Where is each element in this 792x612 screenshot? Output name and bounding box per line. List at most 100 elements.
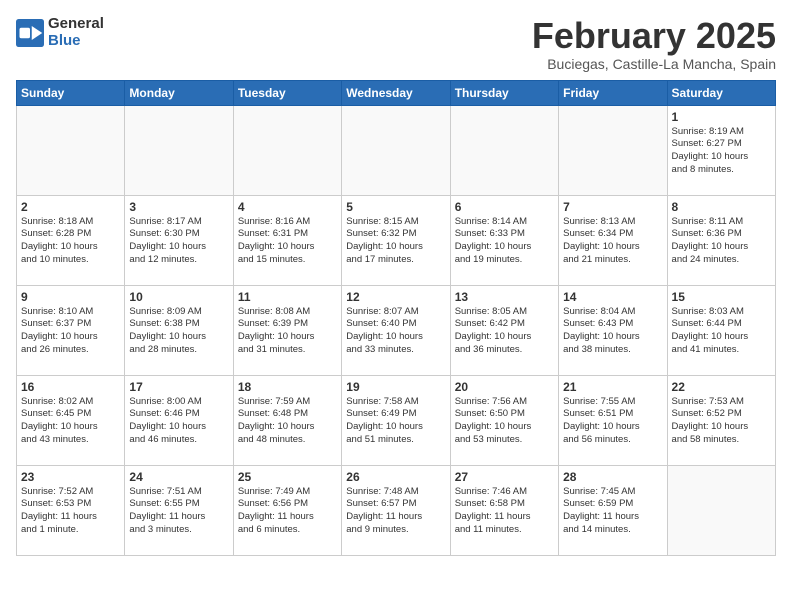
day-info: Sunrise: 8:07 AM Sunset: 6:40 PM Dayligh…: [346, 306, 445, 357]
day-number: 2: [21, 200, 120, 214]
calendar-cell: 15 Sunrise: 8:03 AM Sunset: 6:44 PM Dayli…: [667, 285, 775, 375]
day-info: Sunrise: 7:48 AM Sunset: 6:57 PM Dayligh…: [346, 486, 445, 537]
day-of-week-header: Wednesday: [342, 80, 450, 105]
day-number: 18: [238, 380, 337, 394]
day-number: 8: [672, 200, 771, 214]
day-number: 20: [455, 380, 554, 394]
day-number: 13: [455, 290, 554, 304]
day-info: Sunrise: 8:03 AM Sunset: 6:44 PM Dayligh…: [672, 306, 771, 357]
day-info: Sunrise: 7:51 AM Sunset: 6:55 PM Dayligh…: [129, 486, 228, 537]
day-info: Sunrise: 8:14 AM Sunset: 6:33 PM Dayligh…: [455, 216, 554, 267]
day-of-week-header: Sunday: [17, 80, 125, 105]
calendar-cell: [233, 105, 341, 195]
calendar-cell: 9 Sunrise: 8:10 AM Sunset: 6:37 PM Daylig…: [17, 285, 125, 375]
calendar-title: February 2025: [532, 16, 776, 56]
day-info: Sunrise: 7:46 AM Sunset: 6:58 PM Dayligh…: [455, 486, 554, 537]
day-number: 26: [346, 470, 445, 484]
calendar-week-row: 2 Sunrise: 8:18 AM Sunset: 6:28 PM Daylig…: [17, 195, 776, 285]
day-number: 23: [21, 470, 120, 484]
day-number: 5: [346, 200, 445, 214]
day-info: Sunrise: 8:16 AM Sunset: 6:31 PM Dayligh…: [238, 216, 337, 267]
calendar-cell: 26 Sunrise: 7:48 AM Sunset: 6:57 PM Dayli…: [342, 465, 450, 555]
calendar-cell: 4 Sunrise: 8:16 AM Sunset: 6:31 PM Daylig…: [233, 195, 341, 285]
day-info: Sunrise: 8:05 AM Sunset: 6:42 PM Dayligh…: [455, 306, 554, 357]
calendar-cell: [125, 105, 233, 195]
logo: General Blue: [16, 16, 104, 49]
calendar-cell: 25Sunrise: 7:49 AM Sunset: 6:56 PM Dayli…: [233, 465, 341, 555]
calendar-cell: 8 Sunrise: 8:11 AM Sunset: 6:36 PM Daylig…: [667, 195, 775, 285]
calendar-cell: 13 Sunrise: 8:05 AM Sunset: 6:42 PM Dayli…: [450, 285, 558, 375]
logo-icon: [16, 19, 44, 47]
day-info: Sunrise: 8:09 AM Sunset: 6:38 PM Dayligh…: [129, 306, 228, 357]
header: General Blue February 2025 Buciegas, Cas…: [16, 16, 776, 72]
calendar-cell: 21 Sunrise: 7:55 AM Sunset: 6:51 PM Dayli…: [559, 375, 667, 465]
calendar-cell: 18 Sunrise: 7:59 AM Sunset: 6:48 PM Dayli…: [233, 375, 341, 465]
day-info: Sunrise: 8:02 AM Sunset: 6:45 PM Dayligh…: [21, 396, 120, 447]
day-number: 12: [346, 290, 445, 304]
calendar-cell: [450, 105, 558, 195]
day-info: Sunrise: 7:53 AM Sunset: 6:52 PM Dayligh…: [672, 396, 771, 447]
calendar-cell: 24 Sunrise: 7:51 AM Sunset: 6:55 PM Dayli…: [125, 465, 233, 555]
calendar-cell: 23 Sunrise: 7:52 AM Sunset: 6:53 PM Dayli…: [17, 465, 125, 555]
day-number: 19: [346, 380, 445, 394]
calendar-cell: 16Sunrise: 8:02 AM Sunset: 6:45 PM Dayli…: [17, 375, 125, 465]
day-info: Sunrise: 8:00 AM Sunset: 6:46 PM Dayligh…: [129, 396, 228, 447]
day-number: 9: [21, 290, 120, 304]
title-section: February 2025 Buciegas, Castille-La Manc…: [532, 16, 776, 72]
day-number: 28: [563, 470, 662, 484]
calendar-table: SundayMondayTuesdayWednesdayThursdayFrid…: [16, 80, 776, 556]
day-info: Sunrise: 7:58 AM Sunset: 6:49 PM Dayligh…: [346, 396, 445, 447]
day-info: Sunrise: 7:56 AM Sunset: 6:50 PM Dayligh…: [455, 396, 554, 447]
calendar-cell: 17Sunrise: 8:00 AM Sunset: 6:46 PM Dayli…: [125, 375, 233, 465]
calendar-cell: 19 Sunrise: 7:58 AM Sunset: 6:49 PM Dayli…: [342, 375, 450, 465]
day-number: 6: [455, 200, 554, 214]
day-info: Sunrise: 7:45 AM Sunset: 6:59 PM Dayligh…: [563, 486, 662, 537]
day-number: 24: [129, 470, 228, 484]
day-info: Sunrise: 8:04 AM Sunset: 6:43 PM Dayligh…: [563, 306, 662, 357]
day-number: 1: [672, 110, 771, 124]
day-info: Sunrise: 8:17 AM Sunset: 6:30 PM Dayligh…: [129, 216, 228, 267]
calendar-cell: 3 Sunrise: 8:17 AM Sunset: 6:30 PM Daylig…: [125, 195, 233, 285]
day-of-week-header: Tuesday: [233, 80, 341, 105]
day-number: 4: [238, 200, 337, 214]
day-info: Sunrise: 8:11 AM Sunset: 6:36 PM Dayligh…: [672, 216, 771, 267]
calendar-week-row: 1 Sunrise: 8:19 AM Sunset: 6:27 PM Daylig…: [17, 105, 776, 195]
day-number: 22: [672, 380, 771, 394]
day-number: 27: [455, 470, 554, 484]
day-info: Sunrise: 7:49 AM Sunset: 6:56 PM Dayligh…: [238, 486, 337, 537]
calendar-cell: 6 Sunrise: 8:14 AM Sunset: 6:33 PM Daylig…: [450, 195, 558, 285]
day-info: Sunrise: 8:18 AM Sunset: 6:28 PM Dayligh…: [21, 216, 120, 267]
calendar-cell: [559, 105, 667, 195]
day-info: Sunrise: 8:15 AM Sunset: 6:32 PM Dayligh…: [346, 216, 445, 267]
calendar-cell: 28 Sunrise: 7:45 AM Sunset: 6:59 PM Dayli…: [559, 465, 667, 555]
calendar-week-row: 23 Sunrise: 7:52 AM Sunset: 6:53 PM Dayli…: [17, 465, 776, 555]
day-info: Sunrise: 7:59 AM Sunset: 6:48 PM Dayligh…: [238, 396, 337, 447]
day-info: Sunrise: 7:55 AM Sunset: 6:51 PM Dayligh…: [563, 396, 662, 447]
calendar-cell: [342, 105, 450, 195]
day-number: 21: [563, 380, 662, 394]
day-info: Sunrise: 8:10 AM Sunset: 6:37 PM Dayligh…: [21, 306, 120, 357]
day-info: Sunrise: 8:19 AM Sunset: 6:27 PM Dayligh…: [672, 126, 771, 177]
calendar-cell: 7 Sunrise: 8:13 AM Sunset: 6:34 PM Daylig…: [559, 195, 667, 285]
calendar-cell: 5 Sunrise: 8:15 AM Sunset: 6:32 PM Daylig…: [342, 195, 450, 285]
day-number: 11: [238, 290, 337, 304]
calendar-cell: 27 Sunrise: 7:46 AM Sunset: 6:58 PM Dayli…: [450, 465, 558, 555]
day-of-week-header: Thursday: [450, 80, 558, 105]
calendar-subtitle: Buciegas, Castille-La Mancha, Spain: [532, 56, 776, 72]
calendar-cell: 20 Sunrise: 7:56 AM Sunset: 6:50 PM Dayli…: [450, 375, 558, 465]
day-number: 10: [129, 290, 228, 304]
day-of-week-header: Monday: [125, 80, 233, 105]
day-number: 3: [129, 200, 228, 214]
calendar-cell: 14Sunrise: 8:04 AM Sunset: 6:43 PM Dayli…: [559, 285, 667, 375]
logo-text: General Blue: [48, 16, 104, 49]
calendar-cell: 12 Sunrise: 8:07 AM Sunset: 6:40 PM Dayli…: [342, 285, 450, 375]
day-of-week-header: Friday: [559, 80, 667, 105]
calendar-header-row: SundayMondayTuesdayWednesdayThursdayFrid…: [17, 80, 776, 105]
day-number: 7: [563, 200, 662, 214]
calendar-cell: [667, 465, 775, 555]
day-info: Sunrise: 7:52 AM Sunset: 6:53 PM Dayligh…: [21, 486, 120, 537]
day-info: Sunrise: 8:13 AM Sunset: 6:34 PM Dayligh…: [563, 216, 662, 267]
day-of-week-header: Saturday: [667, 80, 775, 105]
calendar-cell: [17, 105, 125, 195]
day-number: 15: [672, 290, 771, 304]
